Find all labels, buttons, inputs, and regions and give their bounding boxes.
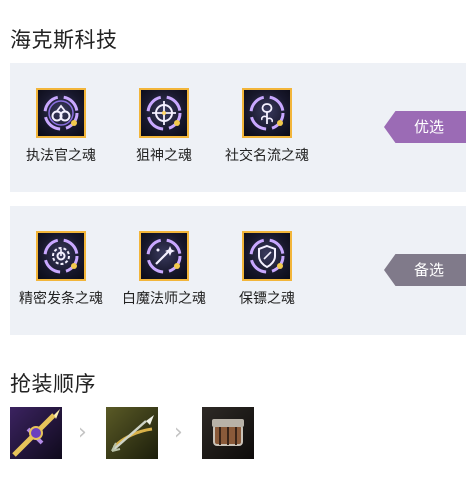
hero-title: 海克斯科技	[10, 28, 118, 52]
clockwork-icon	[36, 231, 86, 281]
handcuffs-icon	[36, 88, 86, 138]
emblem-socialite[interactable]: 社交名流之魂	[202, 88, 332, 165]
secondary-emblem-panel: 精密发条之魂 白魔法师之魂 保镖之魂 备选	[10, 206, 466, 335]
chevron-right-icon: ›	[78, 420, 87, 445]
magic-wand-icon	[139, 231, 189, 281]
armored-gauntlet-icon[interactable]	[202, 407, 254, 459]
emblem-label: 保镖之魂	[239, 291, 295, 307]
golden-spear-icon[interactable]	[10, 407, 62, 459]
chevron-right-icon: ›	[174, 420, 183, 445]
shield-icon	[242, 231, 292, 281]
primary-emblem-panel: 执法官之魂 狙神之魂 社交名流之魂 优选	[10, 63, 466, 192]
build-order-items: › ›	[10, 407, 270, 459]
secondary-tag: 备选	[384, 254, 466, 286]
crosshair-icon	[139, 88, 189, 138]
tag-label: 备选	[413, 261, 444, 279]
build-order-title: 抢装顺序	[10, 372, 96, 396]
rose-icon	[242, 88, 292, 138]
emblem-bodyguard[interactable]: 保镖之魂	[202, 231, 332, 308]
emblem-label: 社交名流之魂	[225, 148, 309, 164]
primary-tag: 优选	[384, 111, 466, 143]
arrow-bow-icon[interactable]	[106, 407, 158, 459]
tag-label: 优选	[413, 118, 444, 136]
